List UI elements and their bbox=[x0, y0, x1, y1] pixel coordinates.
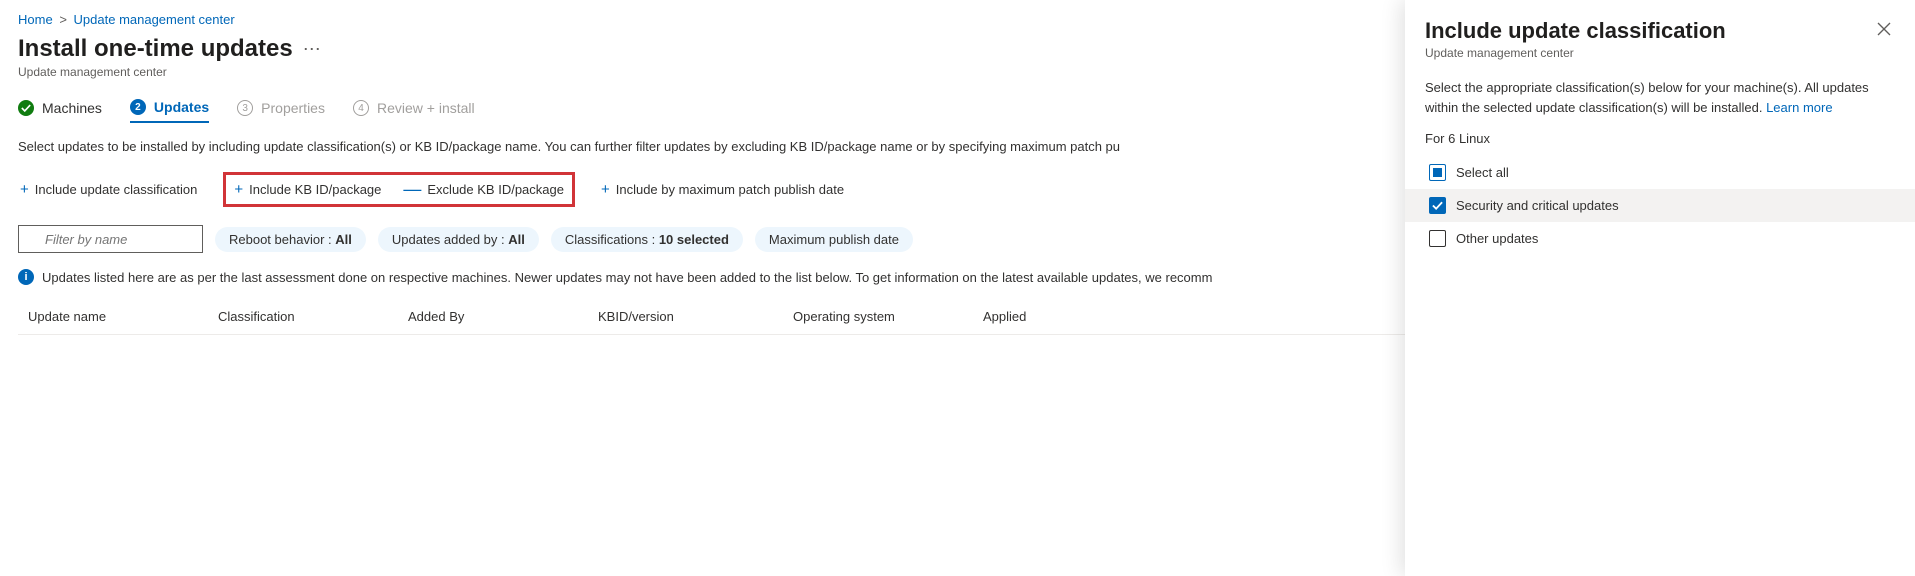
info-text: Updates listed here are as per the last … bbox=[42, 270, 1212, 285]
panel-scope: For 6 Linux bbox=[1425, 131, 1895, 146]
other-updates-row[interactable]: Other updates bbox=[1425, 222, 1895, 255]
col-os[interactable]: Operating system bbox=[793, 309, 983, 324]
col-kbid[interactable]: KBID/version bbox=[598, 309, 793, 324]
check-icon bbox=[18, 100, 34, 116]
pill-value: All bbox=[335, 232, 352, 247]
include-by-date-button[interactable]: + Include by maximum patch publish date bbox=[599, 177, 846, 202]
pill-label: Updates added by : bbox=[392, 232, 505, 247]
button-label: Include by maximum patch publish date bbox=[616, 182, 844, 197]
step-number-icon: 2 bbox=[130, 99, 146, 115]
step-number-icon: 4 bbox=[353, 100, 369, 116]
plus-icon: + bbox=[234, 181, 243, 198]
col-added-by[interactable]: Added By bbox=[408, 309, 598, 324]
page-title: Install one-time updates bbox=[18, 35, 293, 63]
reboot-behavior-filter[interactable]: Reboot behavior : All bbox=[215, 227, 366, 252]
plus-icon: + bbox=[601, 181, 610, 198]
tab-properties[interactable]: 3 Properties bbox=[237, 100, 325, 122]
checkbox-unchecked-icon bbox=[1429, 230, 1446, 247]
tab-label: Properties bbox=[261, 100, 325, 116]
classifications-filter[interactable]: Classifications : 10 selected bbox=[551, 227, 743, 252]
option-label: Other updates bbox=[1456, 231, 1538, 246]
plus-icon: + bbox=[20, 181, 29, 198]
col-applied[interactable]: Applied bbox=[983, 309, 1123, 324]
breadcrumb-separator: > bbox=[59, 12, 67, 27]
pill-label: Reboot behavior : bbox=[229, 232, 332, 247]
security-updates-row[interactable]: Security and critical updates bbox=[1405, 189, 1915, 222]
pill-label: Classifications : bbox=[565, 232, 655, 247]
panel-description: Select the appropriate classification(s)… bbox=[1425, 78, 1895, 117]
option-label: Security and critical updates bbox=[1456, 198, 1619, 213]
pill-value: All bbox=[508, 232, 525, 247]
tab-label: Review + install bbox=[377, 100, 475, 116]
step-number-icon: 3 bbox=[237, 100, 253, 116]
button-label: Include KB ID/package bbox=[249, 182, 381, 197]
button-label: Include update classification bbox=[35, 182, 198, 197]
pill-value: 10 selected bbox=[659, 232, 729, 247]
filter-name-input[interactable] bbox=[18, 225, 203, 253]
include-kb-button[interactable]: + Include KB ID/package bbox=[232, 177, 383, 202]
learn-more-link[interactable]: Learn more bbox=[1766, 100, 1832, 115]
breadcrumb-home[interactable]: Home bbox=[18, 12, 53, 27]
panel-title: Include update classification bbox=[1425, 18, 1726, 44]
max-publish-date-filter[interactable]: Maximum publish date bbox=[755, 227, 913, 252]
checkbox-checked-icon bbox=[1429, 197, 1446, 214]
minus-icon: — bbox=[403, 185, 421, 194]
info-icon: i bbox=[18, 269, 34, 285]
tab-machines[interactable]: Machines bbox=[18, 100, 102, 122]
updates-added-by-filter[interactable]: Updates added by : All bbox=[378, 227, 539, 252]
tab-label: Updates bbox=[154, 99, 209, 115]
exclude-kb-button[interactable]: — Exclude KB ID/package bbox=[401, 177, 566, 202]
classification-panel: Include update classification Update man… bbox=[1405, 0, 1915, 576]
tab-review-install[interactable]: 4 Review + install bbox=[353, 100, 475, 122]
pill-label: Maximum publish date bbox=[769, 232, 899, 247]
select-all-row[interactable]: Select all bbox=[1425, 156, 1895, 189]
col-update-name[interactable]: Update name bbox=[18, 309, 218, 324]
option-label: Select all bbox=[1456, 165, 1509, 180]
tab-updates[interactable]: 2 Updates bbox=[130, 99, 209, 123]
checkbox-indeterminate-icon bbox=[1429, 164, 1446, 181]
tab-label: Machines bbox=[42, 100, 102, 116]
more-actions-button[interactable]: ⋯ bbox=[303, 40, 321, 58]
button-label: Exclude KB ID/package bbox=[427, 182, 564, 197]
close-panel-button[interactable] bbox=[1873, 18, 1895, 43]
close-icon bbox=[1877, 22, 1891, 36]
breadcrumb-update-center[interactable]: Update management center bbox=[74, 12, 235, 27]
panel-subtitle: Update management center bbox=[1425, 46, 1726, 60]
include-classification-button[interactable]: + Include update classification bbox=[18, 177, 199, 202]
col-classification[interactable]: Classification bbox=[218, 309, 408, 324]
highlight-annotation: + Include KB ID/package — Exclude KB ID/… bbox=[223, 172, 575, 207]
